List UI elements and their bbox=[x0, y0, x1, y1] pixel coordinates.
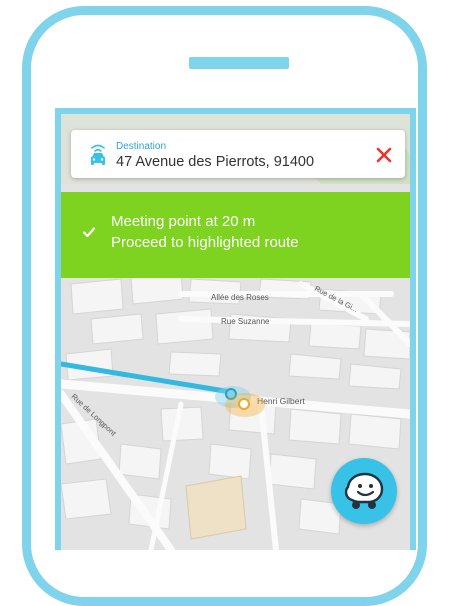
meeting-point-marker bbox=[225, 393, 265, 417]
destination-address: 47 Avenue des Pierrots, 91400 bbox=[116, 154, 315, 170]
waze-button[interactable] bbox=[331, 458, 397, 524]
banner-subtitle: Proceed to highlighted route bbox=[111, 234, 299, 251]
waze-logo-icon bbox=[344, 472, 384, 509]
destination-label: Destination bbox=[116, 141, 167, 152]
car-wifi-icon bbox=[91, 144, 105, 165]
street-label-allee-des-roses: Allée des Roses bbox=[211, 293, 269, 302]
close-icon[interactable] bbox=[371, 142, 397, 168]
destination-card[interactable]: Destination 47 Avenue des Pierrots, 9140… bbox=[71, 130, 405, 178]
phone-speaker bbox=[189, 57, 289, 69]
banner-title: Meeting point at 20 m bbox=[111, 213, 256, 230]
checkmark-icon bbox=[82, 227, 96, 238]
phone-screen: Allée des Roses Rue Suzanne Rue de la Gi… bbox=[55, 108, 416, 550]
street-label-rue-suzanne: Rue Suzanne bbox=[221, 317, 270, 326]
meeting-point-banner: Meeting point at 20 m Proceed to highlig… bbox=[61, 192, 410, 278]
